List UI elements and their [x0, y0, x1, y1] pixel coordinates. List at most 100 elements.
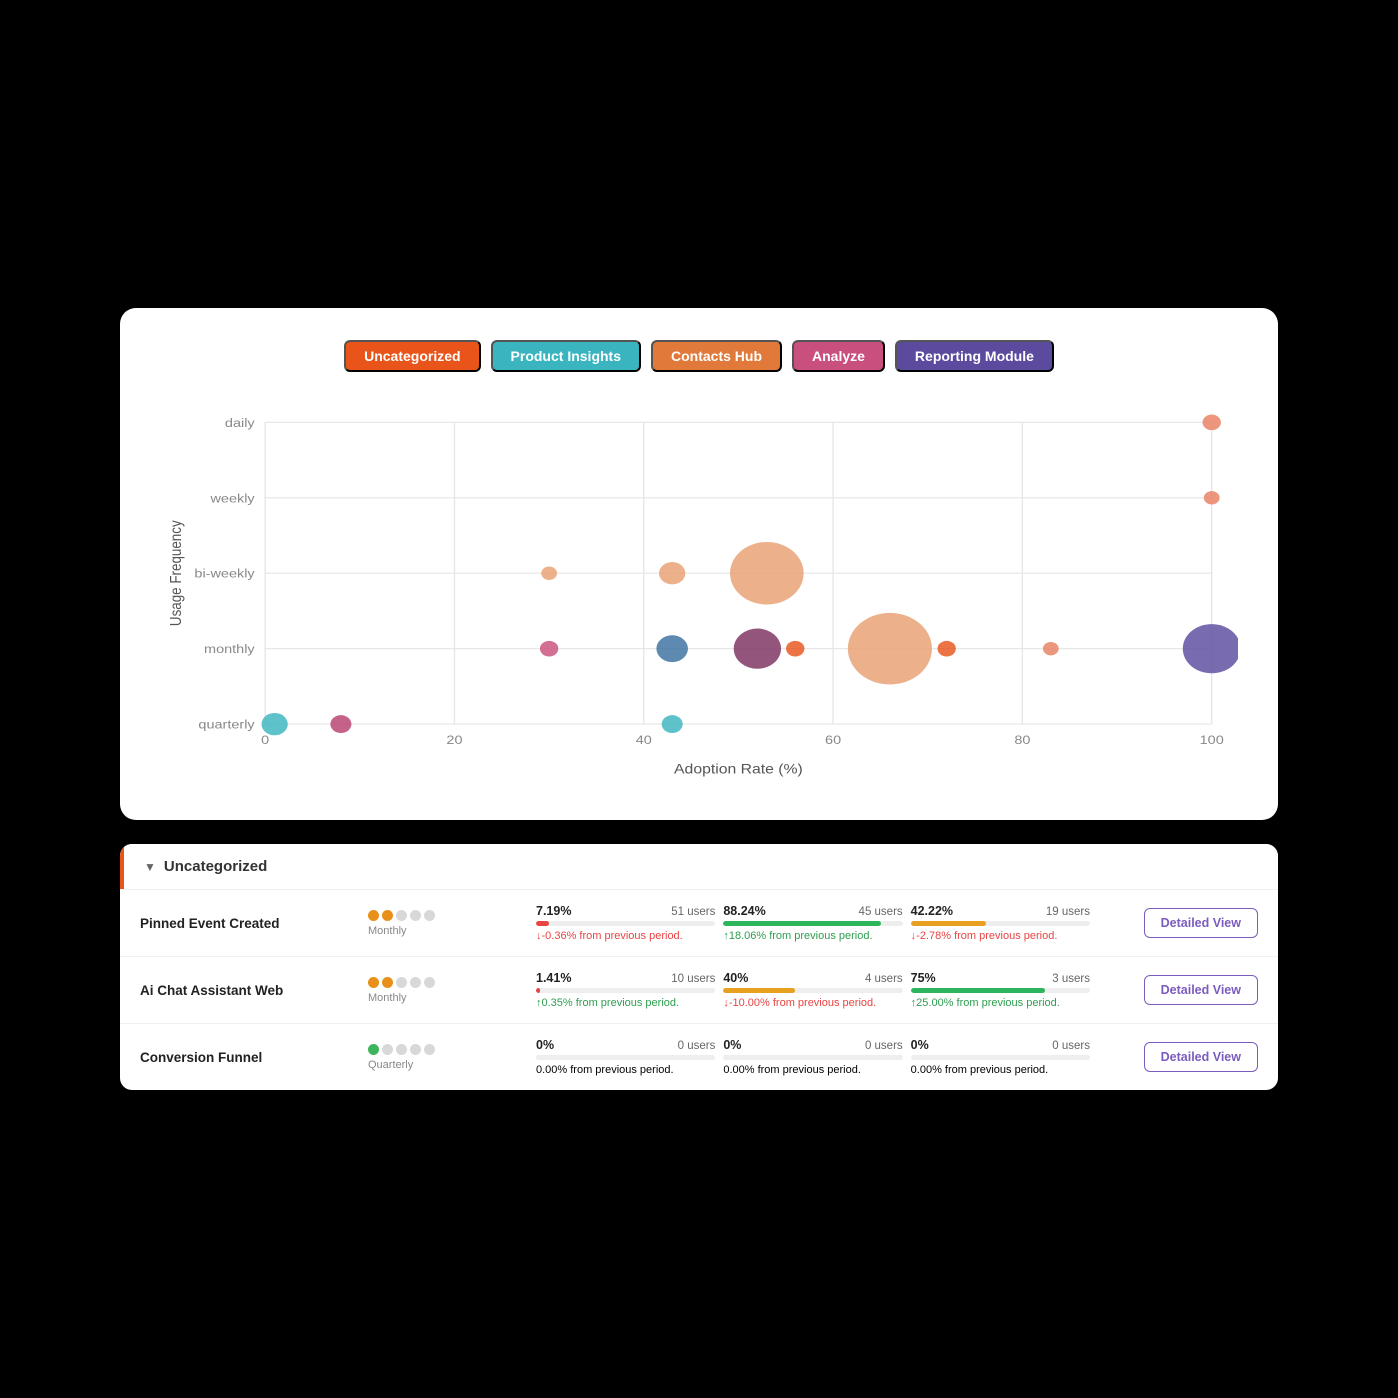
svg-text:40: 40 — [636, 733, 652, 747]
freq-label: Monthly — [368, 925, 407, 937]
metric-delta: ↑25.00% from previous period. — [911, 997, 1090, 1009]
metric-users: 0 users — [865, 1040, 903, 1052]
freq-label: Monthly — [368, 992, 407, 1004]
dot-row — [368, 1044, 435, 1055]
metric-pct: 0% — [723, 1038, 741, 1052]
row-freq: Quarterly — [368, 1044, 528, 1071]
row-name: Pinned Event Created — [140, 916, 360, 931]
metric-delta: ↓-0.36% from previous period. — [536, 930, 715, 942]
progress-bar-bg — [536, 1055, 715, 1060]
metric-top: 75% 3 users — [911, 971, 1090, 985]
freq-dot — [424, 910, 435, 921]
tag-row: Uncategorized Product Insights Contacts Hu… — [160, 340, 1238, 372]
progress-bar-fill — [536, 988, 540, 993]
metric-col: 0% 0 users 0.00% from previous period. — [536, 1038, 715, 1076]
tag-button[interactable]: Analyze — [792, 340, 885, 372]
table-row: Ai Chat Assistant Web Monthly 1.41% 10 u… — [120, 956, 1278, 1023]
metric-pct: 0% — [911, 1038, 929, 1052]
svg-text:100: 100 — [1200, 733, 1224, 747]
progress-bar-bg — [536, 988, 715, 993]
metric-delta: ↑0.35% from previous period. — [536, 997, 715, 1009]
svg-text:bi-weekly: bi-weekly — [194, 567, 255, 581]
dot-row — [368, 910, 435, 921]
metric-col: 7.19% 51 users ↓-0.36% from previous per… — [536, 904, 715, 942]
svg-text:Adoption Rate (%): Adoption Rate (%) — [674, 762, 803, 777]
row-freq: Monthly — [368, 910, 528, 937]
metric-pct: 1.41% — [536, 971, 571, 985]
metric-delta: ↓-10.00% from previous period. — [723, 997, 902, 1009]
metric-col: 0% 0 users 0.00% from previous period. — [723, 1038, 902, 1076]
freq-dot — [410, 1044, 421, 1055]
metric-users: 0 users — [678, 1040, 716, 1052]
metric-top: 0% 0 users — [723, 1038, 902, 1052]
metric-pct: 7.19% — [536, 904, 571, 918]
metric-col: 42.22% 19 users ↓-2.78% from previous pe… — [911, 904, 1090, 942]
progress-bar-fill — [723, 921, 881, 926]
metric-top: 42.22% 19 users — [911, 904, 1090, 918]
detailed-view-button[interactable]: Detailed View — [1144, 975, 1258, 1005]
metric-top: 7.19% 51 users — [536, 904, 715, 918]
metric-col: 75% 3 users ↑25.00% from previous period… — [911, 971, 1090, 1009]
detailed-view-button[interactable]: Detailed View — [1144, 908, 1258, 938]
metric-col: 40% 4 users ↓-10.00% from previous perio… — [723, 971, 902, 1009]
freq-dot — [424, 1044, 435, 1055]
section-header: ▼ Uncategorized — [120, 844, 1278, 889]
svg-text:weekly: weekly — [209, 491, 255, 505]
progress-bar-fill — [911, 988, 1045, 993]
metric-top: 0% 0 users — [536, 1038, 715, 1052]
metric-top: 0% 0 users — [911, 1038, 1090, 1052]
metric-users: 19 users — [1046, 906, 1090, 918]
svg-text:0: 0 — [261, 733, 269, 747]
detailed-view-button[interactable]: Detailed View — [1144, 1042, 1258, 1072]
svg-text:60: 60 — [825, 733, 841, 747]
section-label: Uncategorized — [164, 858, 267, 875]
progress-bar-bg — [911, 988, 1090, 993]
progress-bar-bg — [723, 1055, 902, 1060]
metric-users: 51 users — [671, 906, 715, 918]
row-name: Conversion Funnel — [140, 1050, 360, 1065]
svg-text:quarterly: quarterly — [198, 718, 255, 732]
progress-bar-bg — [911, 1055, 1090, 1060]
freq-dot — [396, 1044, 407, 1055]
table-row: Conversion Funnel Quarterly 0% 0 users 0… — [120, 1023, 1278, 1090]
table-body: Pinned Event Created Monthly 7.19% 51 us… — [120, 889, 1278, 1090]
freq-dot — [368, 1044, 379, 1055]
freq-dot — [410, 977, 421, 988]
dot-row — [368, 977, 435, 988]
metric-delta: ↑18.06% from previous period. — [723, 930, 902, 942]
freq-dot — [410, 910, 421, 921]
freq-dot — [382, 910, 393, 921]
svg-text:daily: daily — [225, 416, 255, 430]
metric-delta: 0.00% from previous period. — [723, 1064, 902, 1076]
chevron-icon: ▼ — [144, 860, 156, 874]
tag-button[interactable]: Product Insights — [491, 340, 641, 372]
metric-top: 1.41% 10 users — [536, 971, 715, 985]
row-freq: Monthly — [368, 977, 528, 1004]
tag-button[interactable]: Uncategorized — [344, 340, 480, 372]
svg-text:Usage Frequency: Usage Frequency — [168, 520, 185, 626]
row-name: Ai Chat Assistant Web — [140, 983, 360, 998]
progress-bar-fill — [911, 921, 986, 926]
metric-users: 4 users — [865, 973, 903, 985]
metric-top: 88.24% 45 users — [723, 904, 902, 918]
progress-bar-bg — [536, 921, 715, 926]
metric-pct: 0% — [536, 1038, 554, 1052]
tag-button[interactable]: Reporting Module — [895, 340, 1054, 372]
freq-label: Quarterly — [368, 1059, 413, 1071]
metric-top: 40% 4 users — [723, 971, 902, 985]
freq-dot — [382, 977, 393, 988]
progress-bar-bg — [723, 988, 902, 993]
metric-users: 45 users — [859, 906, 903, 918]
svg-text:monthly: monthly — [204, 642, 255, 656]
tag-button[interactable]: Contacts Hub — [651, 340, 782, 372]
table-card: ▼ Uncategorized Pinned Event Created Mon… — [120, 844, 1278, 1090]
freq-dot — [396, 910, 407, 921]
metric-col: 1.41% 10 users ↑0.35% from previous peri… — [536, 971, 715, 1009]
progress-bar-bg — [723, 921, 902, 926]
metric-users: 0 users — [1052, 1040, 1090, 1052]
table-row: Pinned Event Created Monthly 7.19% 51 us… — [120, 889, 1278, 956]
metric-pct: 40% — [723, 971, 748, 985]
freq-dot — [368, 977, 379, 988]
metric-pct: 88.24% — [723, 904, 765, 918]
metric-pct: 75% — [911, 971, 936, 985]
